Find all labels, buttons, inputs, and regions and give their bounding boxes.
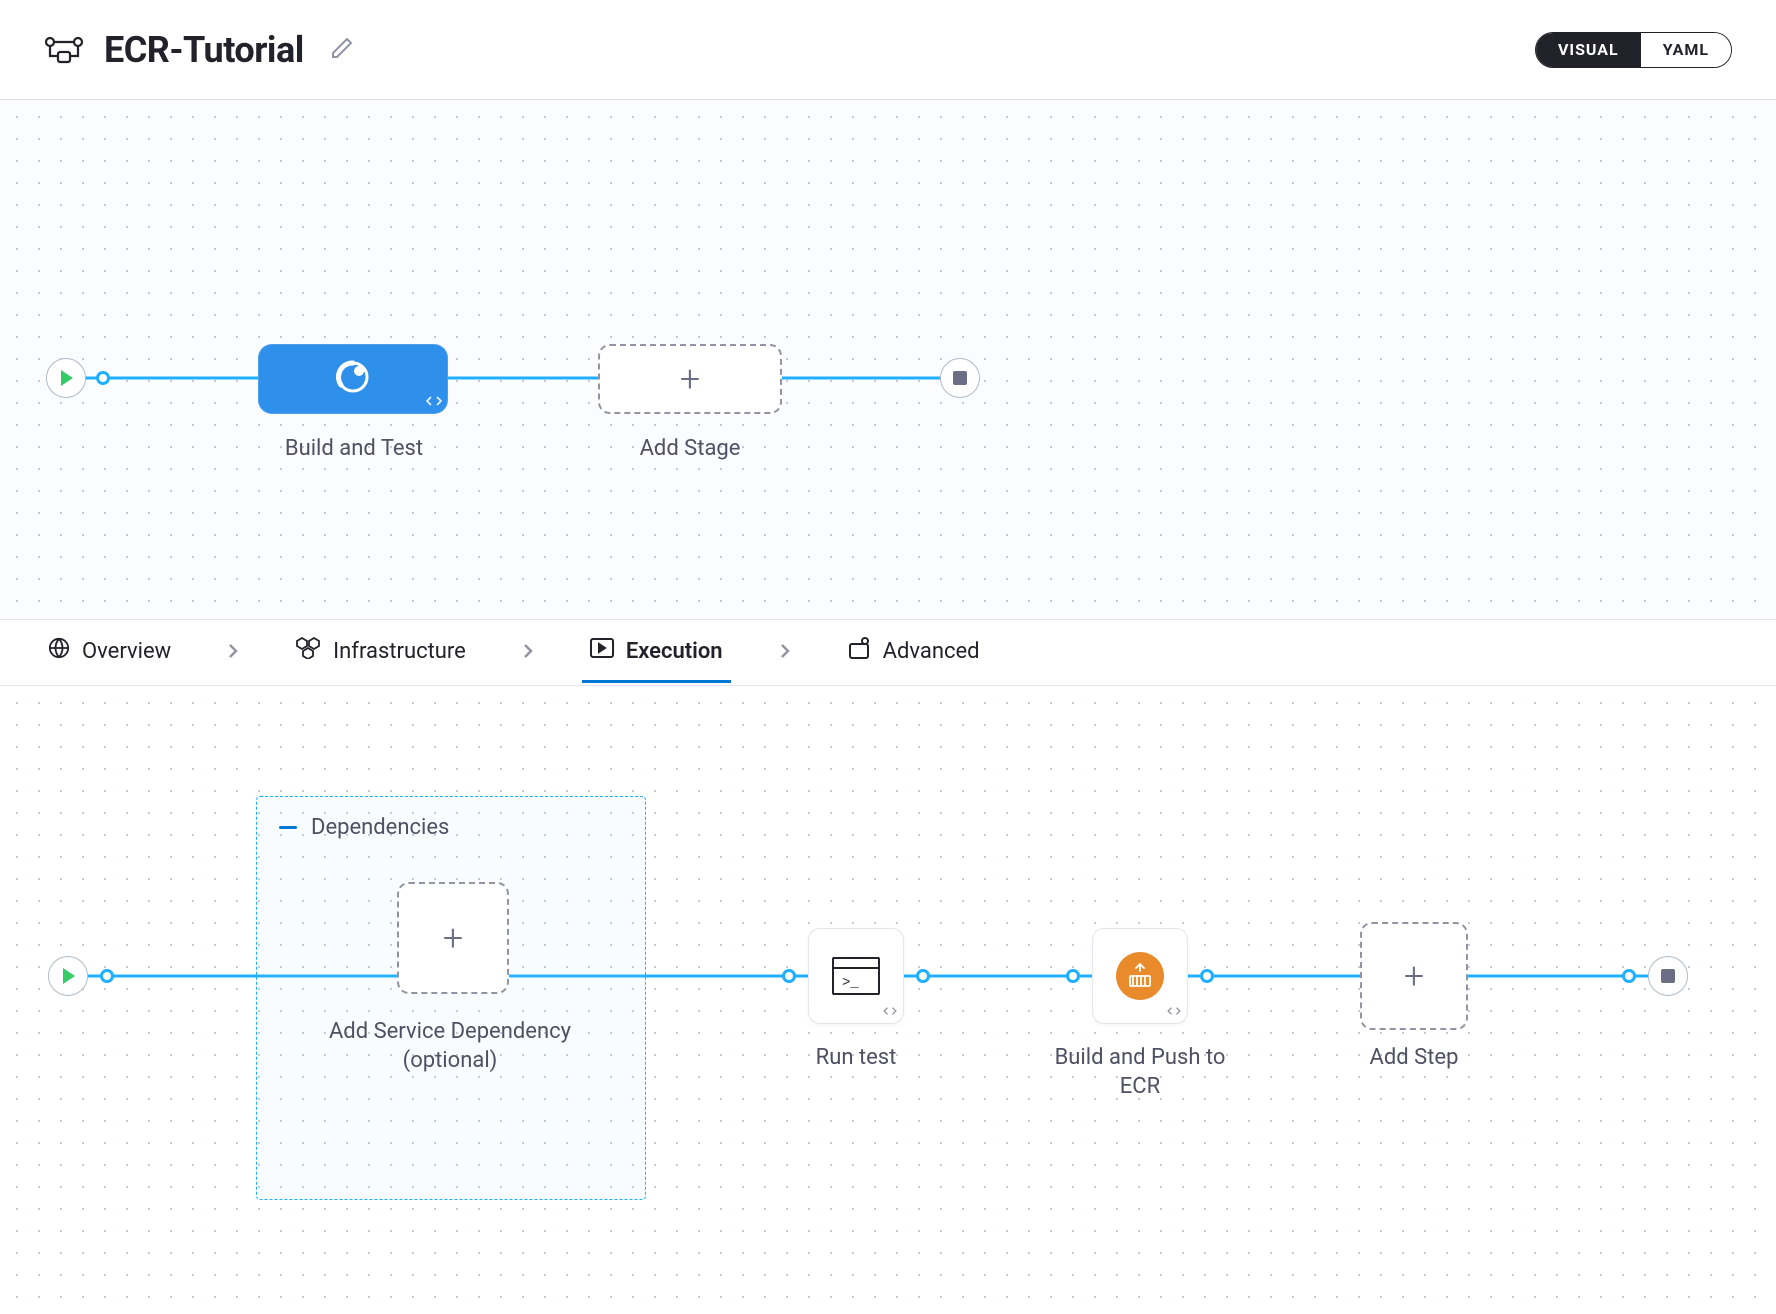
step-run-test[interactable] [808, 928, 904, 1024]
add-dependency-label: Add Service Dependency (optional) [290, 1018, 610, 1075]
plus-icon: + [680, 361, 700, 397]
tab-execution-label: Execution [626, 639, 723, 664]
dependencies-title: Dependencies [311, 815, 449, 840]
run-test-out-port[interactable] [916, 969, 930, 983]
terminal-icon [832, 957, 880, 995]
tab-overview-label: Overview [82, 639, 171, 664]
tab-advanced-label: Advanced [883, 639, 980, 664]
chevron-right-icon [502, 643, 554, 663]
stop-icon [953, 371, 967, 385]
stage-build-and-test-label: Build and Test [244, 436, 464, 461]
play-icon [61, 370, 73, 386]
view-toggle-yaml[interactable]: YAML [1641, 33, 1731, 67]
add-dependency-box[interactable]: + [397, 882, 509, 994]
stage-tabs: Overview Infrastructure Execution Advanc… [0, 620, 1776, 686]
advanced-icon [847, 637, 871, 665]
stage-build-and-test[interactable] [258, 344, 448, 414]
dependencies-group[interactable]: Dependencies [256, 796, 646, 1200]
view-toggle: VISUAL YAML [1535, 32, 1732, 68]
step-build-push-ecr[interactable] [1092, 928, 1188, 1024]
code-badge-icon [883, 1005, 897, 1019]
step-run-test-label: Run test [756, 1044, 956, 1073]
tab-overview[interactable]: Overview [40, 621, 179, 684]
pipeline-icon [44, 36, 84, 64]
ecr-out-port[interactable] [1200, 969, 1214, 983]
dependencies-header[interactable]: Dependencies [279, 815, 449, 840]
chevron-right-icon [207, 643, 259, 663]
tab-advanced[interactable]: Advanced [839, 621, 988, 684]
tab-infrastructure[interactable]: Infrastructure [287, 621, 474, 684]
chevron-right-icon [759, 643, 811, 663]
execution-start-port[interactable] [100, 969, 114, 983]
pipeline-title: ECR-Tutorial [104, 29, 304, 71]
code-badge-icon [1167, 1005, 1181, 1019]
header-left: ECR-Tutorial [44, 29, 360, 71]
edit-icon[interactable] [324, 30, 360, 70]
tab-infrastructure-label: Infrastructure [333, 639, 466, 664]
add-step-box[interactable]: + [1360, 922, 1468, 1030]
execution-end-terminus[interactable] [1648, 956, 1688, 996]
run-test-in-port[interactable] [782, 969, 796, 983]
add-stage-label: Add Stage [580, 436, 800, 461]
step-build-push-ecr-label: Build and Push to ECR [1040, 1044, 1240, 1101]
code-badge-icon [426, 395, 442, 410]
infrastructure-icon [295, 637, 321, 665]
view-toggle-visual[interactable]: VISUAL [1536, 33, 1641, 67]
execution-start-terminus[interactable] [48, 956, 88, 996]
stages-start-terminus[interactable] [46, 358, 86, 398]
plus-icon: + [443, 920, 463, 956]
flow-line-stages [86, 377, 966, 380]
ci-icon [333, 357, 373, 401]
page-header: ECR-Tutorial VISUAL YAML [0, 0, 1776, 100]
tab-execution[interactable]: Execution [582, 622, 731, 683]
stop-icon [1661, 969, 1675, 983]
play-icon [63, 968, 75, 984]
ecr-icon [1116, 952, 1164, 1000]
plus-icon: + [1404, 958, 1424, 994]
collapse-icon[interactable] [279, 826, 297, 829]
globe-icon [48, 637, 70, 665]
stages-end-terminus[interactable] [940, 358, 980, 398]
stages-canvas[interactable]: Build and Test + Add Stage [0, 100, 1776, 620]
execution-end-port[interactable] [1622, 969, 1636, 983]
execution-canvas[interactable]: Dependencies + Add Service Dependency (o… [0, 686, 1776, 1314]
add-step-label: Add Step [1314, 1044, 1514, 1073]
add-stage-box[interactable]: + [598, 344, 782, 414]
ecr-in-port[interactable] [1066, 969, 1080, 983]
stages-start-port[interactable] [96, 371, 110, 385]
execution-icon [590, 638, 614, 664]
